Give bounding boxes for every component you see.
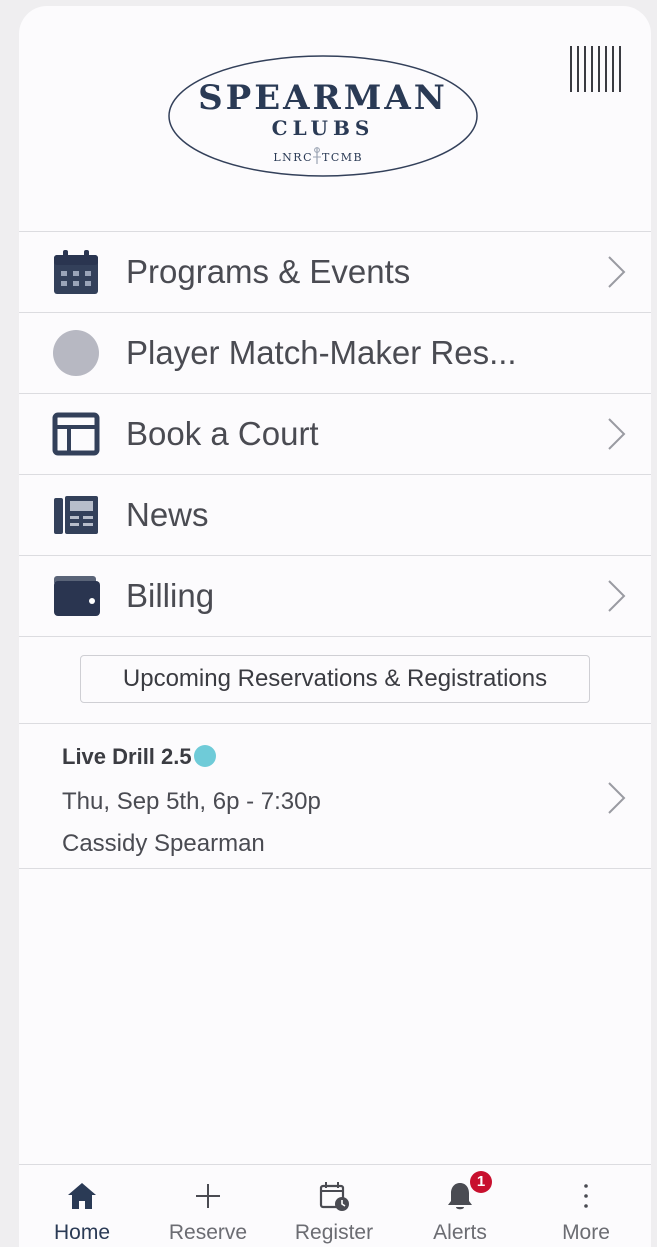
chevron-right-icon xyxy=(608,580,626,612)
menu-item-programs-events[interactable]: Programs & Events xyxy=(19,232,651,313)
menu-label-programs-events: Programs & Events xyxy=(126,253,411,290)
tab-more[interactable]: More xyxy=(523,1165,649,1247)
tab-label-alerts: Alerts xyxy=(433,1221,487,1244)
menu-item-billing[interactable]: Billing xyxy=(19,556,651,637)
home-icon xyxy=(68,1183,96,1209)
wallet-icon xyxy=(54,576,100,616)
reservation-time: Thu, Sep 5th, 6p - 7:30p xyxy=(62,788,321,815)
bottom-tab-bar: Home Reserve Register 1 Alerts More xyxy=(19,1164,651,1247)
layout-window-icon xyxy=(52,412,100,456)
spearman-clubs-logo: SPEARMAN CLUBS LNRC TCMB xyxy=(168,55,478,177)
tab-label-register: Register xyxy=(294,1221,374,1244)
tab-alerts[interactable]: 1 Alerts xyxy=(397,1165,523,1247)
reservation-title: Live Drill 2.5 xyxy=(62,744,192,769)
menu-item-player-match-maker[interactable]: Player Match-Maker Res... xyxy=(19,313,651,394)
barcode-icon[interactable] xyxy=(567,44,625,94)
chevron-right-icon xyxy=(608,782,626,814)
app-screen: SPEARMAN CLUBS LNRC TCMB Programs & Even… xyxy=(19,6,651,1247)
tab-register[interactable]: Register xyxy=(271,1165,397,1247)
alerts-badge: 1 xyxy=(470,1171,492,1193)
main-menu: Programs & Events Player Match-Maker Res… xyxy=(19,232,651,637)
menu-label-book-a-court: Book a Court xyxy=(126,415,319,452)
reservation-coach: Cassidy Spearman xyxy=(62,830,265,857)
reservation-title-row: Live Drill 2.5 xyxy=(62,744,216,770)
more-vertical-icon xyxy=(584,1184,588,1208)
logo-line-3-right: TCMB xyxy=(322,151,363,164)
circle-icon xyxy=(53,330,99,376)
logo-line-1: SPEARMAN xyxy=(198,78,448,118)
menu-item-book-a-court[interactable]: Book a Court xyxy=(19,394,651,475)
menu-label-player-match-maker: Player Match-Maker Res... xyxy=(126,334,517,371)
upcoming-reservations-button[interactable]: Upcoming Reservations & Registrations xyxy=(80,655,590,703)
tab-reserve[interactable]: Reserve xyxy=(145,1165,271,1247)
status-dot xyxy=(193,745,216,767)
menu-item-news[interactable]: News xyxy=(19,475,651,556)
tab-label-more: More xyxy=(562,1221,610,1244)
menu-label-news: News xyxy=(126,496,209,533)
calendar-icon xyxy=(54,250,98,294)
reservation-item[interactable]: Live Drill 2.5 Thu, Sep 5th, 6p - 7:30p … xyxy=(19,724,651,869)
calendar-clock-icon xyxy=(319,1182,349,1211)
logo-line-2: CLUBS xyxy=(272,116,375,140)
tab-label-reserve: Reserve xyxy=(168,1221,248,1244)
tab-label-home: Home xyxy=(53,1221,111,1244)
app-header: SPEARMAN CLUBS LNRC TCMB xyxy=(19,6,651,232)
logo-line-3-left: LNRC xyxy=(273,151,313,164)
chevron-right-icon xyxy=(608,418,626,450)
tab-home[interactable]: Home xyxy=(19,1165,145,1247)
newspaper-icon xyxy=(54,496,98,534)
menu-label-billing: Billing xyxy=(126,577,215,614)
logo-crossed-rackets-icon xyxy=(313,147,321,164)
plus-icon xyxy=(196,1184,220,1208)
chevron-right-icon xyxy=(608,256,626,288)
upcoming-section: Upcoming Reservations & Registrations xyxy=(19,637,651,724)
